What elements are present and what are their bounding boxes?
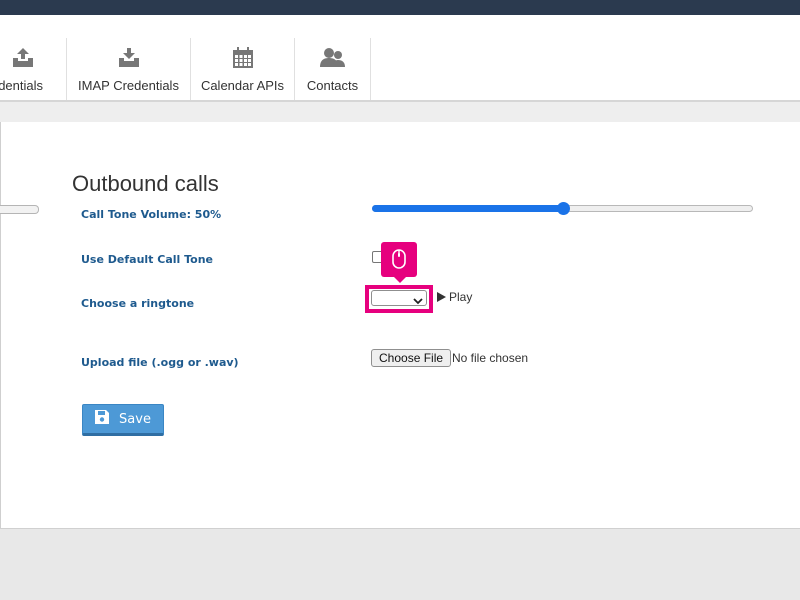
play-button[interactable]: Play <box>437 290 472 304</box>
slider-thumb[interactable] <box>556 202 570 215</box>
chevron-down-icon <box>413 293 423 311</box>
section-separator <box>0 102 800 122</box>
tab-label: IMAP Credentials <box>78 78 179 93</box>
upload-label: Upload file (.ogg or .wav) <box>81 356 239 369</box>
file-status: No file chosen <box>452 351 529 365</box>
save-button[interactable]: Save <box>82 404 164 436</box>
header-gap <box>0 15 800 38</box>
volume-label: Call Tone Volume: 50% <box>81 208 222 221</box>
tab-imap-credentials[interactable]: IMAP Credentials <box>67 38 191 100</box>
tab-label: Calendar APIs <box>200 78 285 93</box>
tab-contacts[interactable]: Contacts <box>295 38 371 100</box>
ringtone-label: Choose a ringtone <box>81 297 195 310</box>
section-title: Outbound calls <box>72 171 219 196</box>
click-indicator <box>381 242 417 283</box>
slider-fill <box>372 205 563 212</box>
download-tray-icon <box>117 47 141 69</box>
tab-email-credentials[interactable]: edentials <box>0 38 67 100</box>
tab-label: Contacts <box>306 78 359 93</box>
play-icon <box>437 292 446 302</box>
default-tone-label: Use Default Call Tone <box>81 253 214 266</box>
upload-tray-icon <box>11 47 35 69</box>
ringtone-select[interactable] <box>371 290 427 306</box>
save-label: Save <box>119 411 151 427</box>
settings-tabs: edentials IMAP Credentials Calendar <box>0 38 800 102</box>
choose-file-button[interactable]: Choose File <box>371 349 452 367</box>
volume-slider[interactable] <box>372 202 753 215</box>
tab-label: edentials <box>0 78 44 93</box>
contacts-icon <box>319 47 347 69</box>
play-label: Play <box>449 290 473 304</box>
floppy-disk-icon <box>95 410 119 428</box>
top-bar <box>0 0 800 15</box>
inbound-volume-slider[interactable] <box>0 205 39 214</box>
tab-calendar-apis[interactable]: Calendar APIs <box>191 38 295 100</box>
page-footer <box>0 529 800 600</box>
calendar-icon <box>232 47 254 69</box>
